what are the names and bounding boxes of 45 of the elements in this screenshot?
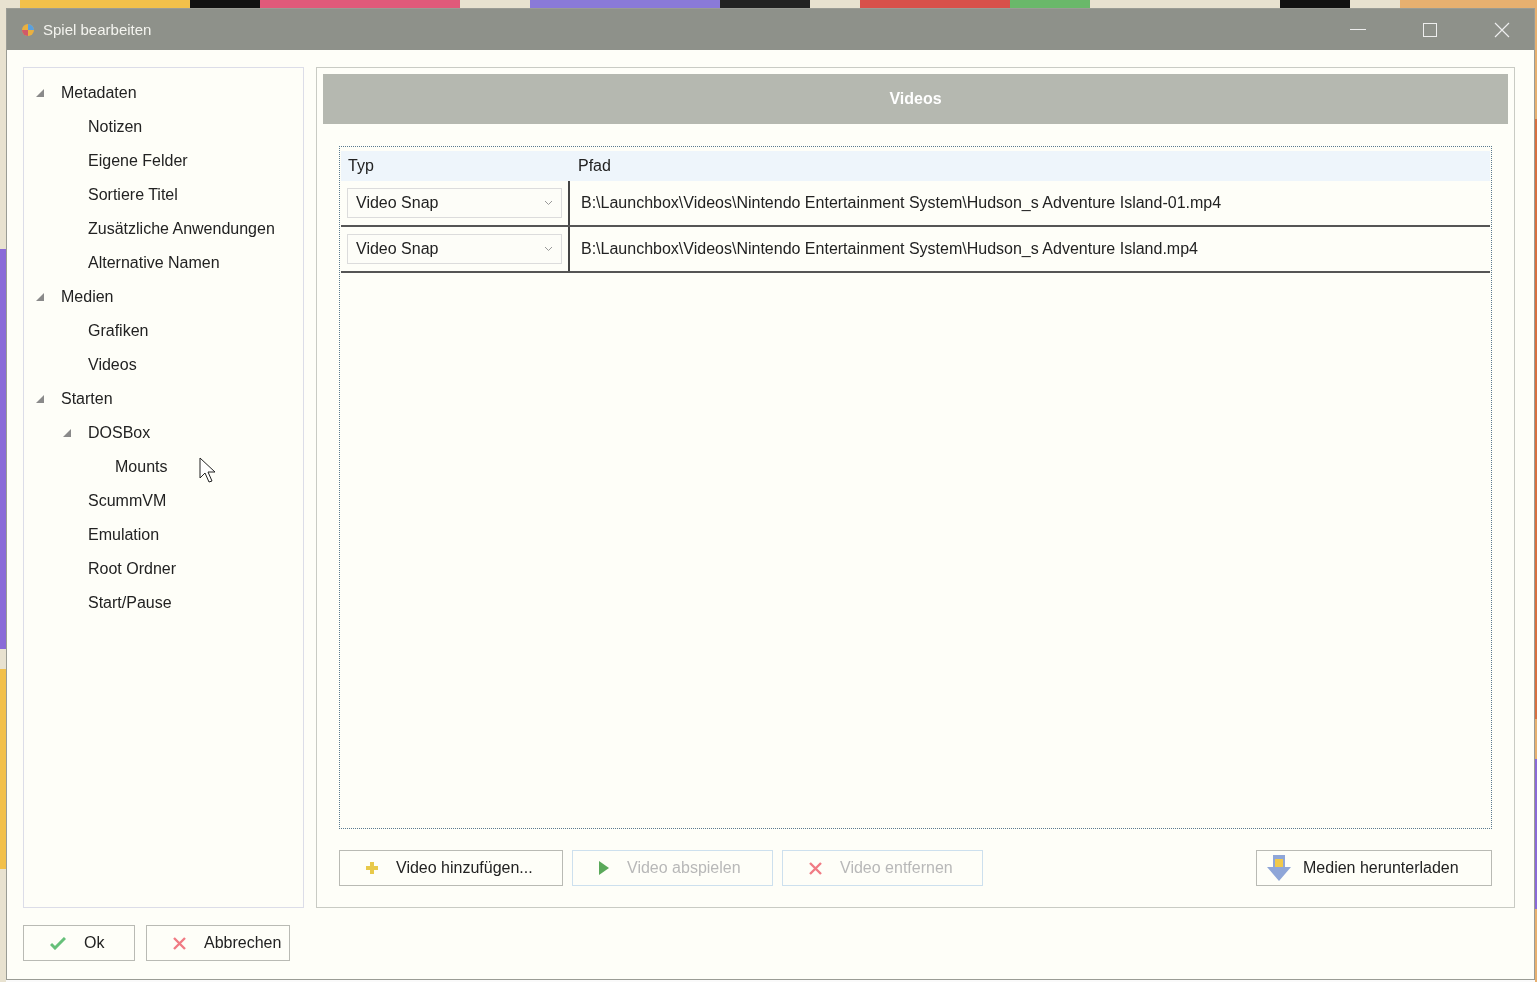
expanded-arrow-icon[interactable] bbox=[61, 427, 73, 439]
maximize-icon[interactable] bbox=[1423, 22, 1437, 37]
tree-item[interactable]: Sortiere Titel bbox=[88, 186, 178, 204]
app-icon bbox=[21, 22, 35, 37]
column-header: Typ bbox=[347, 157, 375, 175]
tree-item[interactable]: Grafiken bbox=[88, 322, 149, 340]
close-icon bbox=[809, 861, 822, 875]
close-icon[interactable] bbox=[1494, 21, 1510, 38]
dialog-button[interactable]: Ok bbox=[23, 925, 135, 961]
download-arrow-icon bbox=[1267, 855, 1291, 881]
plus-icon bbox=[366, 862, 378, 874]
tree-item[interactable]: Notizen bbox=[88, 118, 143, 136]
column-header: Pfad bbox=[577, 157, 611, 175]
minimize-icon[interactable] bbox=[1350, 28, 1366, 31]
tree-item[interactable]: Mounts bbox=[115, 458, 168, 476]
action-button[interactable]: Video hinzufügen... bbox=[339, 850, 563, 886]
tree-item[interactable]: Emulation bbox=[88, 526, 160, 544]
tree-item[interactable]: Starten bbox=[61, 390, 113, 408]
tree-item[interactable]: ScummVM bbox=[88, 492, 167, 510]
chevron-down-icon bbox=[544, 200, 553, 206]
chevron-down-icon bbox=[544, 246, 553, 252]
tree-item[interactable]: Eigene Felder bbox=[88, 152, 188, 170]
dialog-button[interactable]: Abbrechen bbox=[146, 925, 290, 961]
expanded-arrow-icon[interactable] bbox=[34, 87, 46, 99]
type-dropdown[interactable]: Video Snap bbox=[347, 234, 562, 264]
table-cell-text: B:\Launchbox\Videos\Nintendo Entertainment System\Hudson_s Adventure Island.mp4 bbox=[580, 239, 1198, 259]
close-icon bbox=[173, 936, 186, 950]
table-cell-text: B:\Launchbox\Videos\Nintendo Entertainment System\Hudson_s Adventure Island-01.mp4 bbox=[580, 193, 1222, 213]
expanded-arrow-icon[interactable] bbox=[34, 291, 46, 303]
mouse-cursor-icon bbox=[199, 457, 217, 483]
tree-item[interactable]: Medien bbox=[61, 288, 114, 306]
tree-item[interactable]: Root Ordner bbox=[88, 560, 177, 578]
tree-item[interactable]: Videos bbox=[88, 356, 137, 374]
check-icon bbox=[50, 936, 66, 950]
tree-item[interactable]: Zusätzliche Anwendungen bbox=[88, 220, 275, 238]
play-icon bbox=[599, 861, 609, 875]
type-dropdown[interactable]: Video Snap bbox=[347, 188, 562, 218]
panel-title: Videos bbox=[323, 74, 1508, 124]
expanded-arrow-icon[interactable] bbox=[34, 393, 46, 405]
download-button[interactable]: Medien herunterladen bbox=[1256, 850, 1492, 886]
tree-item[interactable]: Alternative Namen bbox=[88, 254, 220, 272]
tree-item[interactable]: Start/Pause bbox=[88, 594, 172, 612]
tree-item[interactable]: Metadaten bbox=[61, 84, 137, 102]
window-title: Spiel bearbeiten bbox=[43, 21, 153, 38]
tree-item[interactable]: DOSBox bbox=[88, 424, 151, 442]
